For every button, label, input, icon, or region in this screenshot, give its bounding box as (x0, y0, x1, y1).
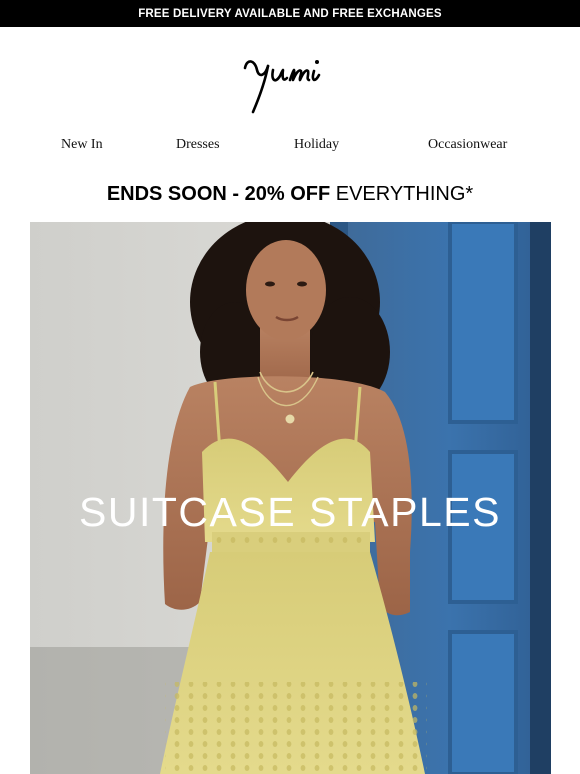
announcement-text: FREE DELIVERY AVAILABLE AND FREE EXCHANG… (138, 7, 442, 20)
nav-item-dresses[interactable]: Dresses (176, 137, 220, 153)
nav-item-holiday[interactable]: Holiday (294, 137, 339, 153)
announcement-bar: FREE DELIVERY AVAILABLE AND FREE EXCHANG… (0, 0, 580, 27)
yumi-logo (243, 60, 321, 114)
promo-bold-text: ENDS SOON - 20% OFF (106, 183, 331, 205)
main-nav: New In Dresses Holiday Occasionwear (0, 134, 580, 156)
nav-item-new-in[interactable]: New In (61, 137, 103, 153)
brand-logo[interactable] (0, 40, 580, 122)
promo-banner[interactable]: ENDS SOON - 20% OFF EVERYTHING* (0, 183, 580, 209)
promo-regular-text: EVERYTHING* (330, 183, 474, 205)
hero-title: SUITCASE STAPLES (79, 489, 501, 535)
nav-item-occasionwear[interactable]: Occasionwear (428, 137, 507, 153)
